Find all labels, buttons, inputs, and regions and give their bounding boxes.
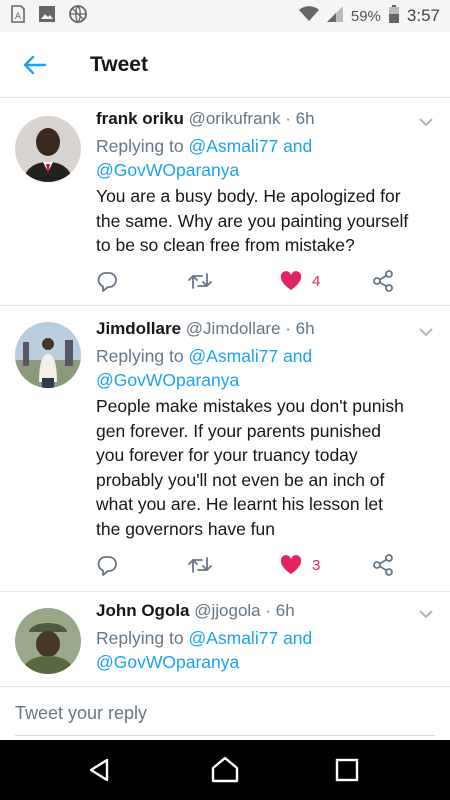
battery-icon — [388, 5, 399, 27]
tweet-author-handle[interactable]: @jjogola — [194, 601, 260, 620]
tweet-author-handle[interactable]: @orikufrank — [189, 109, 281, 128]
tweet-timestamp: · 6h — [265, 601, 295, 620]
tweet-item[interactable]: Jimdollare @Jimdollare · 6h Replying to … — [0, 306, 450, 592]
tweet-author-name[interactable]: John Ogola — [96, 601, 190, 620]
mention-link[interactable]: @GovWOparanya — [96, 160, 239, 180]
mention-join: and — [283, 136, 313, 156]
clock: 3:57 — [406, 6, 440, 25]
like-button[interactable]: 3 — [280, 555, 320, 575]
avatar[interactable] — [15, 116, 81, 182]
no-signal-icon — [68, 4, 88, 28]
nav-home-button[interactable] — [210, 755, 240, 785]
gallery-icon — [38, 5, 56, 27]
wifi-icon — [298, 6, 319, 26]
tweet-text: People make mistakes you don't punish ge… — [96, 396, 404, 539]
tweet-item[interactable]: John Ogola @jjogola · 6h Replying to @As… — [0, 592, 450, 680]
tweet-timestamp: · 6h — [285, 109, 315, 128]
share-icon — [373, 554, 393, 576]
like-button[interactable]: 4 — [280, 271, 320, 291]
replying-to: Replying to @Asmali77 and @GovWOparanya — [96, 626, 410, 674]
tweet-item[interactable]: frank oriku @orikufrank · 6h Replying to… — [0, 100, 450, 306]
reply-composer[interactable]: Tweet your reply — [0, 686, 450, 740]
mention-join: and — [283, 346, 313, 366]
replying-to: Replying to @Asmali77 and @GovWOparanya — [96, 134, 410, 182]
reply-icon — [97, 556, 117, 576]
like-count: 4 — [312, 272, 321, 290]
reply-icon — [97, 272, 117, 292]
chevron-down-icon[interactable] — [418, 114, 434, 130]
system-nav-bar — [0, 740, 450, 800]
battery-percent: 59% — [350, 7, 381, 25]
mention-link[interactable]: @Asmali77 — [188, 136, 278, 156]
mention-link[interactable]: @Asmali77 — [188, 346, 278, 366]
reply-feed[interactable]: frank oriku @orikufrank · 6h Replying to… — [0, 100, 450, 680]
reply-input[interactable]: Tweet your reply — [15, 703, 147, 724]
status-bar: A 59% 3:57 — [0, 0, 450, 32]
square-recents-icon — [335, 758, 359, 782]
mention-join: and — [283, 628, 313, 648]
share-button[interactable] — [372, 270, 394, 292]
like-count: 3 — [312, 556, 321, 574]
retweet-button[interactable] — [188, 271, 212, 291]
retweet-icon — [188, 557, 212, 573]
reply-button[interactable] — [96, 554, 118, 576]
nav-recents-button[interactable] — [332, 755, 362, 785]
tweet-text: You are a busy body. He apologized for t… — [96, 186, 409, 255]
chevron-down-icon[interactable] — [418, 606, 434, 622]
app-bar: Tweet — [0, 32, 450, 98]
tweet-actions: 4 — [96, 266, 410, 296]
tweet-author-name[interactable]: frank oriku — [96, 109, 184, 128]
back-arrow-icon — [23, 55, 47, 74]
avatar[interactable] — [15, 322, 81, 388]
avatar[interactable] — [15, 608, 81, 674]
replying-to-label: Replying to — [96, 628, 184, 648]
nav-back-button[interactable] — [84, 755, 114, 785]
share-icon — [373, 270, 393, 292]
replying-to-label: Replying to — [96, 346, 184, 366]
home-icon — [211, 756, 239, 783]
replying-to-label: Replying to — [96, 136, 184, 156]
back-button[interactable] — [0, 32, 70, 98]
tweet-author-name[interactable]: Jimdollare — [96, 319, 181, 338]
retweet-icon — [188, 273, 212, 289]
replying-to: Replying to @Asmali77 and @GovWOparanya — [96, 344, 410, 392]
heart-icon — [280, 555, 302, 574]
cell-signal-icon — [326, 6, 343, 26]
tweet-timestamp: · 6h — [285, 319, 315, 338]
sim-card-icon: A — [10, 5, 26, 27]
chevron-down-icon[interactable] — [418, 324, 434, 340]
heart-icon — [280, 271, 302, 290]
svg-text:A: A — [15, 12, 22, 22]
input-underline — [15, 735, 435, 736]
triangle-back-icon — [89, 758, 109, 782]
mention-link[interactable]: @GovWOparanya — [96, 652, 239, 672]
tweet-author-handle[interactable]: @Jimdollare — [186, 319, 281, 338]
page-title: Tweet — [90, 52, 148, 76]
mention-link[interactable]: @GovWOparanya — [96, 370, 239, 390]
tweet-actions: 3 — [96, 550, 410, 580]
mention-link[interactable]: @Asmali77 — [188, 628, 278, 648]
share-button[interactable] — [372, 554, 394, 576]
retweet-button[interactable] — [188, 555, 212, 575]
reply-button[interactable] — [96, 270, 118, 292]
